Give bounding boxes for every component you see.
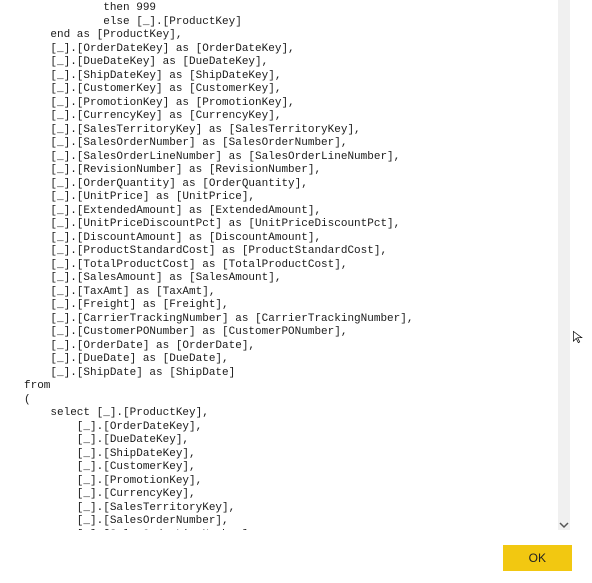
code-line: (: [24, 394, 558, 408]
code-line: [_].[PromotionKey],: [24, 475, 558, 489]
mouse-cursor-icon: [572, 330, 586, 344]
code-line: [_].[OrderQuantity] as [OrderQuantity],: [24, 178, 558, 192]
code-line: [_].[ShipDateKey] as [ShipDateKey],: [24, 70, 558, 84]
code-line: then 999: [24, 2, 558, 16]
dialog-footer: OK: [503, 545, 572, 571]
code-line: end as [ProductKey],: [24, 29, 558, 43]
code-line: [_].[DueDate] as [DueDate],: [24, 353, 558, 367]
code-line: [_].[RevisionNumber] as [RevisionNumber]…: [24, 164, 558, 178]
code-line: [_].[ExtendedAmount] as [ExtendedAmount]…: [24, 205, 558, 219]
code-line: [_].[TaxAmt] as [TaxAmt],: [24, 286, 558, 300]
code-line: [_].[SalesTerritoryKey] as [SalesTerrito…: [24, 124, 558, 138]
code-line: [_].[Freight] as [Freight],: [24, 299, 558, 313]
code-line: [_].[CustomerKey],: [24, 461, 558, 475]
code-line: from: [24, 380, 558, 394]
code-line: [_].[SalesOrderLineNumber] as [SalesOrde…: [24, 151, 558, 165]
code-line: [_].[OrderDateKey],: [24, 421, 558, 435]
code-line: [_].[CustomerPONumber] as [CustomerPONum…: [24, 326, 558, 340]
code-line: [_].[SalesAmount] as [SalesAmount],: [24, 272, 558, 286]
sql-code-viewer: then 999 else [_].[ProductKey] end as [P…: [22, 0, 570, 530]
code-line: [_].[SalesOrderNumber] as [SalesOrderNum…: [24, 137, 558, 151]
code-line: [_].[OrderDateKey] as [OrderDateKey],: [24, 43, 558, 57]
code-line: [_].[DueDateKey],: [24, 434, 558, 448]
code-line: [_].[SalesOrderNumber],: [24, 515, 558, 529]
code-line: [_].[PromotionKey] as [PromotionKey],: [24, 97, 558, 111]
code-line: [_].[CarrierTrackingNumber] as [CarrierT…: [24, 313, 558, 327]
chevron-down-icon: [559, 520, 569, 530]
code-line: [_].[SalesTerritoryKey],: [24, 502, 558, 516]
code-line: [_].[DiscountAmount] as [DiscountAmount]…: [24, 232, 558, 246]
code-line: [_].[ProductStandardCost] as [ProductSta…: [24, 245, 558, 259]
vertical-scrollbar[interactable]: [558, 0, 570, 530]
code-line: [_].[UnitPriceDiscountPct] as [UnitPrice…: [24, 218, 558, 232]
code-line: [_].[CustomerKey] as [CustomerKey],: [24, 83, 558, 97]
code-line: [_].[ShipDateKey],: [24, 448, 558, 462]
code-line: else [_].[ProductKey]: [24, 16, 558, 30]
code-line: [_].[CurrencyKey],: [24, 488, 558, 502]
code-line: [_].[ShipDate] as [ShipDate]: [24, 367, 558, 381]
code-line: [_].[SalesOrderLineNumber],: [24, 529, 558, 531]
code-line: select [_].[ProductKey],: [24, 407, 558, 421]
scroll-down-button[interactable]: [558, 519, 570, 531]
code-line: [_].[UnitPrice] as [UnitPrice],: [24, 191, 558, 205]
ok-button[interactable]: OK: [503, 545, 572, 571]
code-line: [_].[CurrencyKey] as [CurrencyKey],: [24, 110, 558, 124]
code-line: [_].[OrderDate] as [OrderDate],: [24, 340, 558, 354]
code-line: [_].[TotalProductCost] as [TotalProductC…: [24, 259, 558, 273]
code-line: [_].[DueDateKey] as [DueDateKey],: [24, 56, 558, 70]
